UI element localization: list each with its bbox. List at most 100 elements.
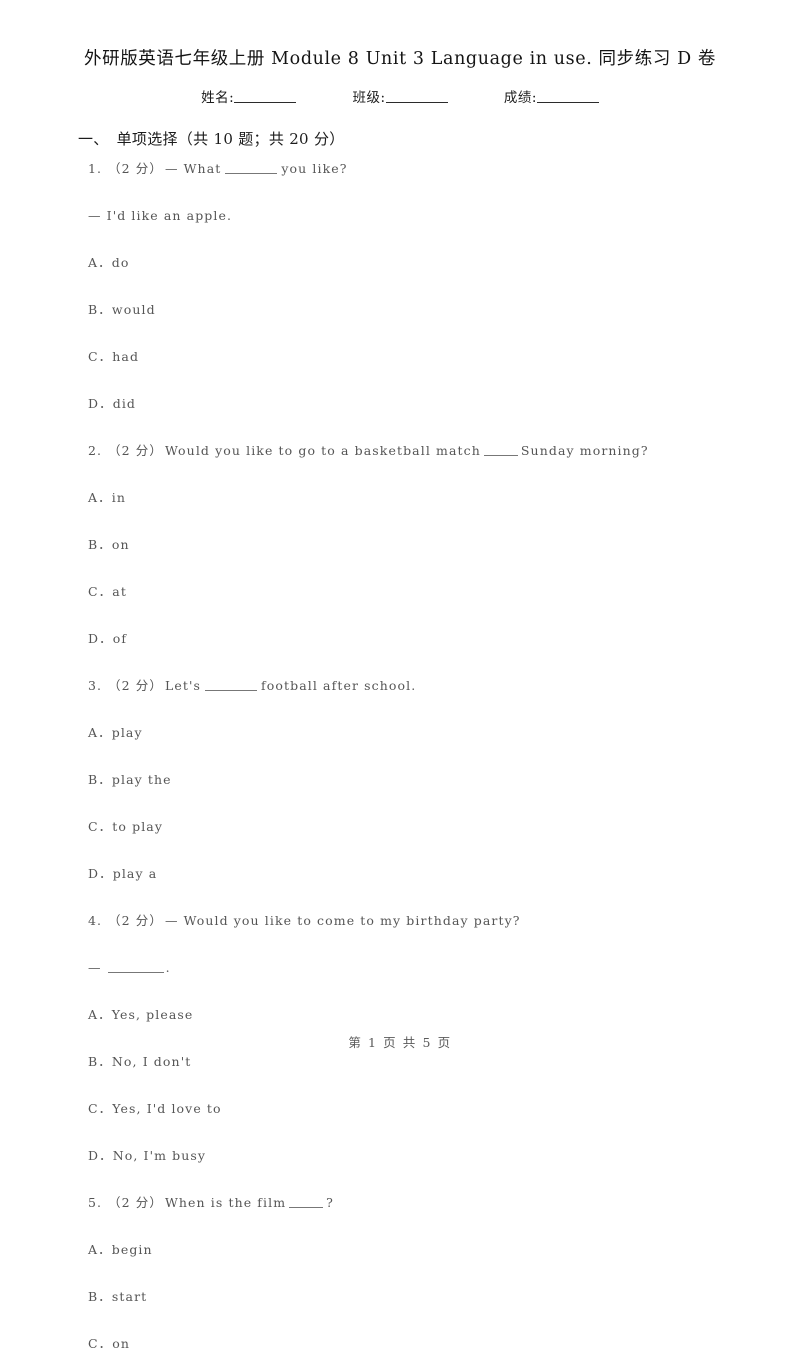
question-2-option-d[interactable]: D．of bbox=[88, 631, 730, 646]
question-4-option-b-letter: B． bbox=[88, 1054, 112, 1069]
question-3-option-b-letter: B． bbox=[88, 772, 112, 787]
question-1-option-c-text: had bbox=[112, 349, 140, 364]
question-1-option-b-text: would bbox=[111, 302, 156, 317]
question-3-option-d[interactable]: D．play a bbox=[88, 866, 730, 881]
question-2-option-d-text: of bbox=[112, 631, 128, 646]
question-4-option-d[interactable]: D．No, I'm busy bbox=[88, 1148, 730, 1163]
question-5-stem: 5. （2 分） When is the film? bbox=[88, 1195, 730, 1210]
question-3-number: 3. bbox=[88, 678, 103, 693]
question-4-answer-period: . bbox=[165, 960, 171, 975]
question-1-option-d[interactable]: D．did bbox=[88, 396, 730, 411]
question-list: 1. （2 分） — What you like? — I'd like an app… bbox=[70, 161, 730, 1351]
student-score-label: 成绩: bbox=[503, 90, 537, 106]
question-5-number: 5. bbox=[88, 1195, 103, 1210]
question-4-option-c-letter: C． bbox=[88, 1101, 113, 1116]
question-5-stem-tail: ? bbox=[326, 1195, 334, 1210]
question-4-option-a-text: Yes, please bbox=[111, 1007, 194, 1022]
student-class-label: 班级: bbox=[352, 90, 386, 106]
question-2-blank[interactable] bbox=[483, 446, 518, 456]
question-5: 5. （2 分） When is the film? A．begin B．start… bbox=[88, 1195, 730, 1351]
page-footer: 第 1 页 共 5 页 bbox=[348, 1035, 452, 1050]
question-4-answer-line: —. bbox=[88, 960, 730, 975]
question-3-option-b-text: play the bbox=[111, 772, 172, 787]
question-2-option-c-letter: C． bbox=[88, 584, 113, 599]
question-5-score: （2 分） bbox=[108, 1195, 163, 1210]
question-2-option-b-letter: B． bbox=[88, 537, 112, 552]
question-1-option-c-letter: C． bbox=[88, 349, 113, 364]
question-1-option-a-text: do bbox=[111, 255, 130, 270]
question-5-blank[interactable] bbox=[289, 1198, 324, 1208]
question-3-option-b[interactable]: B．play the bbox=[88, 772, 730, 787]
question-5-option-c-letter: C． bbox=[88, 1336, 113, 1351]
question-3-option-d-text: play a bbox=[112, 866, 158, 881]
question-3-option-a-text: play bbox=[111, 725, 143, 740]
question-2-option-c[interactable]: C．at bbox=[88, 584, 730, 599]
question-4-option-d-letter: D． bbox=[88, 1148, 113, 1163]
student-info-line: 姓名: 班级: 成绩: bbox=[70, 86, 730, 106]
question-2-stem-head: Would you like to go to a basketball mat… bbox=[164, 443, 481, 458]
question-4-option-b-text: No, I don't bbox=[111, 1054, 192, 1069]
student-name-blank[interactable] bbox=[234, 90, 297, 103]
worksheet-page: 外研版英语七年级上册 Module 8 Unit 3 Language in u… bbox=[0, 0, 800, 1350]
question-5-option-a-letter: A． bbox=[88, 1242, 112, 1257]
question-3-option-c-text: to play bbox=[112, 819, 164, 834]
question-1-option-b[interactable]: B．would bbox=[88, 302, 730, 317]
question-3-option-d-letter: D． bbox=[88, 866, 113, 881]
question-1-option-a[interactable]: A．do bbox=[88, 255, 730, 270]
question-1-stem-tail: you like? bbox=[281, 161, 348, 176]
section-title: 单项选择（共 10 题；共 20 分） bbox=[116, 130, 345, 148]
question-4-option-a[interactable]: A．Yes, please bbox=[88, 1007, 730, 1022]
question-3-stem-tail: football after school. bbox=[261, 678, 417, 693]
page-title: 外研版英语七年级上册 Module 8 Unit 3 Language in u… bbox=[84, 49, 716, 69]
question-1-option-d-letter: D． bbox=[88, 396, 113, 411]
question-2-stem-tail: Sunday morning? bbox=[520, 443, 649, 458]
student-score-field: 成绩: bbox=[504, 86, 599, 106]
question-4-option-d-text: No, I'm busy bbox=[112, 1148, 207, 1163]
question-5-option-a[interactable]: A．begin bbox=[88, 1242, 730, 1257]
student-name-field: 姓名: bbox=[201, 86, 297, 106]
question-1-option-c[interactable]: C．had bbox=[88, 349, 730, 364]
student-score-blank[interactable] bbox=[536, 90, 599, 103]
question-1-blank[interactable] bbox=[225, 164, 278, 174]
student-class-blank[interactable] bbox=[385, 90, 448, 103]
question-5-stem-head: When is the film bbox=[164, 1195, 287, 1210]
question-4-option-c[interactable]: C．Yes, I'd love to bbox=[88, 1101, 730, 1116]
student-name-label: 姓名: bbox=[201, 90, 235, 106]
question-5-option-b[interactable]: B．start bbox=[88, 1289, 730, 1304]
question-1-number: 1. bbox=[88, 161, 103, 176]
question-4-stem: 4. （2 分） — Would you like to come to my bi… bbox=[88, 913, 730, 928]
question-3-score: （2 分） bbox=[108, 678, 163, 693]
question-2-option-b[interactable]: B．on bbox=[88, 537, 730, 552]
question-3-blank[interactable] bbox=[205, 681, 258, 691]
question-2-option-a[interactable]: A．in bbox=[88, 491, 730, 505]
question-3-option-c[interactable]: C．to play bbox=[88, 819, 730, 834]
section-index: 一、 bbox=[78, 130, 109, 148]
question-2-option-b-text: on bbox=[111, 537, 130, 552]
question-2-number: 2. bbox=[88, 443, 103, 458]
question-1-extra-line: — I'd like an apple. bbox=[88, 208, 233, 223]
question-4-stem-head: — Would you like to come to my birthday … bbox=[164, 913, 521, 928]
question-1-stem-head: — What bbox=[164, 161, 222, 176]
question-3-option-a[interactable]: A．play bbox=[88, 725, 730, 740]
question-3: 3. （2 分） Let's football after school. A．pla… bbox=[88, 678, 730, 881]
question-3-stem: 3. （2 分） Let's football after school. bbox=[88, 678, 730, 693]
question-1-option-a-letter: A． bbox=[88, 255, 112, 270]
question-1: 1. （2 分） — What you like? — I'd like an app… bbox=[88, 161, 730, 411]
question-2-option-d-letter: D． bbox=[88, 631, 113, 646]
question-4-option-c-text: Yes, I'd love to bbox=[112, 1101, 222, 1116]
section-header: 一、 单项选择（共 10 题；共 20 分） bbox=[70, 128, 730, 149]
question-1-option-d-text: did bbox=[112, 396, 137, 411]
question-1-stem: 1. （2 分） — What you like? bbox=[88, 161, 730, 176]
question-2: 2. （2 分） Would you like to go to a basketb… bbox=[88, 443, 730, 646]
question-2-stem: 2. （2 分） Would you like to go to a basketb… bbox=[88, 443, 730, 458]
question-2-score: （2 分） bbox=[108, 443, 163, 458]
student-class-field: 班级: bbox=[352, 86, 448, 106]
question-4-option-b[interactable]: B．No, I don't bbox=[88, 1054, 730, 1069]
question-5-option-c[interactable]: C．on bbox=[88, 1336, 730, 1351]
question-4-number: 4. bbox=[88, 913, 103, 928]
question-4-answer-dash: — bbox=[88, 960, 102, 975]
question-4-blank[interactable] bbox=[107, 963, 164, 973]
question-3-stem-head: Let's bbox=[164, 678, 202, 693]
question-1-option-b-letter: B． bbox=[88, 302, 112, 317]
question-5-option-b-text: start bbox=[111, 1289, 148, 1304]
